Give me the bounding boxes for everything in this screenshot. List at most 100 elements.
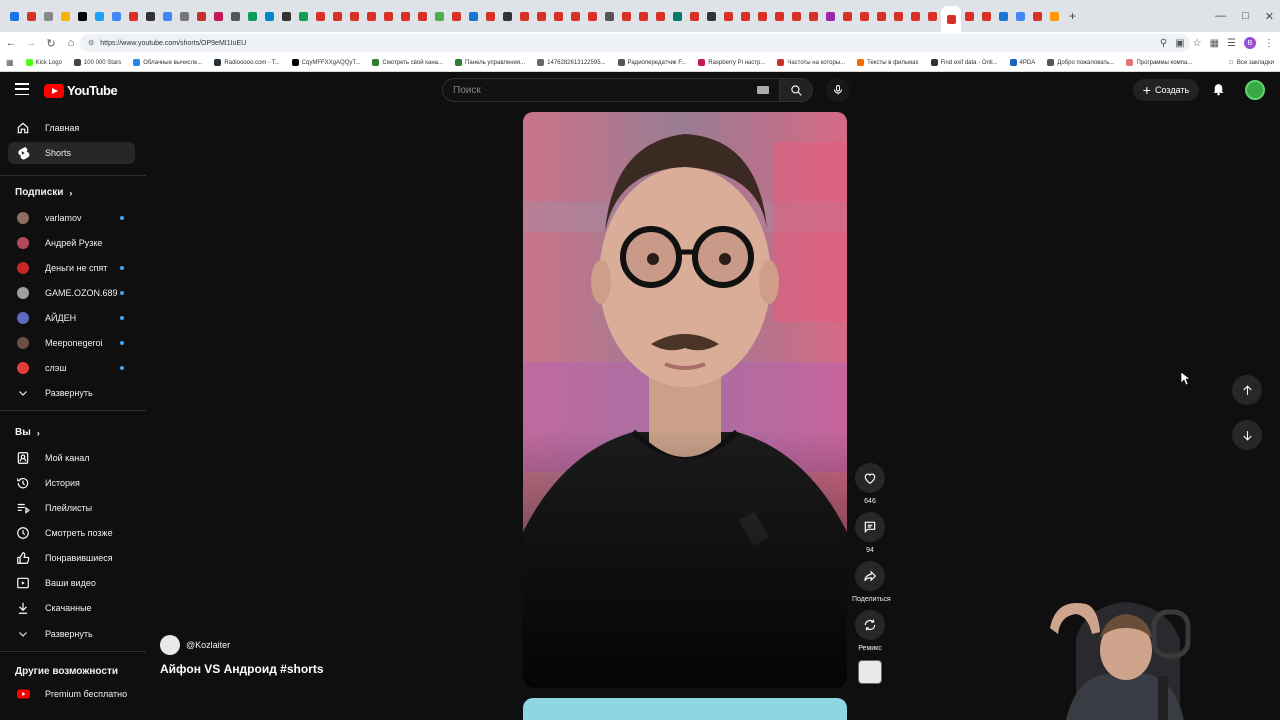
subscription-item[interactable]: слэш [8,357,135,379]
browser-tab[interactable] [227,3,244,29]
browser-tab[interactable] [6,3,23,29]
browser-tab[interactable] [567,3,584,29]
sidebar-item-you[interactable]: История [8,472,135,494]
sidebar-expand-you[interactable]: Развернуть [8,623,135,645]
subscriptions-heading[interactable]: Подписки › [15,187,72,198]
bookmark-item[interactable]: 4PDA [1009,59,1035,66]
browser-tab[interactable] [1029,3,1046,29]
browser-tab[interactable] [448,3,465,29]
subscription-item[interactable]: varlamov [8,207,135,229]
comments-button[interactable] [855,512,885,542]
bookmark-item[interactable]: 1476282613122595... [537,59,606,66]
browser-tab[interactable] [125,3,142,29]
sidebar-item-you[interactable]: Смотреть позже [8,522,135,544]
home-browser-icon[interactable]: ⌂ [62,37,80,49]
browser-tab[interactable] [618,3,635,29]
browser-tab[interactable] [142,3,159,29]
browser-tab[interactable] [499,3,516,29]
browser-tab[interactable] [261,3,278,29]
bookmark-item[interactable]: Kick Logo [25,59,62,66]
keyboard-icon[interactable] [757,86,769,94]
browser-tab[interactable] [754,3,771,29]
browser-tab[interactable] [414,3,431,29]
browser-tab[interactable] [788,3,805,29]
bookmark-item[interactable]: Частоты на которы... [777,59,845,66]
browser-tab[interactable] [397,3,414,29]
like-action[interactable]: 646 [852,463,888,505]
browser-tab[interactable] [57,3,74,29]
site-info-icon[interactable]: ⚙ [88,39,94,47]
share-button[interactable] [855,561,885,591]
subscription-item[interactable]: Андрей Рузке [8,232,135,254]
browser-tab[interactable] [995,3,1012,29]
close-window-icon[interactable]: ✕ [1265,10,1274,23]
browser-tab[interactable] [329,3,346,29]
sidebar-item-shorts[interactable]: Shorts [8,142,135,164]
minimize-icon[interactable]: — [1215,10,1226,22]
cast-icon[interactable]: ▣ [1175,38,1184,49]
bookmark-item[interactable]: Панель управления... [455,59,525,66]
apps-icon[interactable]: ▦ [6,58,14,67]
comments-action[interactable]: 94 [852,512,888,554]
browser-tab[interactable] [771,3,788,29]
youtube-logo[interactable]: YouTube [44,83,118,98]
bookmark-item[interactable]: Добро пожаловать... [1047,59,1114,66]
browser-tab[interactable] [961,3,978,29]
browser-tab[interactable] [652,3,669,29]
bookmark-star-icon[interactable]: ☆ [1193,38,1202,49]
browser-tab[interactable] [295,3,312,29]
sidebar-item-you[interactable]: Мой канал [8,447,135,469]
next-short-preview[interactable] [523,698,847,720]
browser-tab[interactable] [482,3,499,29]
browser-tab[interactable] [1012,3,1029,29]
browser-tab[interactable] [465,3,482,29]
browser-tab[interactable] [720,3,737,29]
search-input[interactable]: Поиск [442,78,779,102]
browser-tab[interactable] [278,3,295,29]
browser-tab[interactable] [74,3,91,29]
sidebar-item-home[interactable]: Главная [8,117,135,139]
sidebar-item-you[interactable]: Скачанные [8,597,135,619]
search-button[interactable] [779,78,813,102]
remix-button[interactable] [855,610,885,640]
browser-tab[interactable] [703,3,720,29]
like-button[interactable] [855,463,885,493]
browser-tab[interactable] [873,3,890,29]
short-video-player[interactable] [523,112,847,688]
bookmark-item[interactable]: Find exif data - Onli... [930,59,998,66]
notifications-button[interactable] [1211,81,1226,101]
browser-tab[interactable] [924,3,941,29]
tab-search-icon[interactable]: ☰ [1227,38,1236,49]
browser-tab[interactable] [533,3,550,29]
browser-tab[interactable] [363,3,380,29]
browser-tab[interactable] [907,3,924,29]
bookmark-item[interactable]: 100 000 Stars [73,59,121,66]
all-bookmarks[interactable]: □ Все закладки [1229,54,1274,71]
short-title[interactable]: Айфон VS Андроид #shorts [160,662,324,676]
sidebar-item-you[interactable]: Понравившиеся [8,547,135,569]
browser-tab[interactable] [805,3,822,29]
zoom-icon[interactable]: ⚲ [1160,38,1167,49]
back-icon[interactable]: ← [2,37,20,49]
browser-tab[interactable] [23,3,40,29]
browser-tab[interactable] [380,3,397,29]
browser-tab[interactable] [431,3,448,29]
sidebar-item-you[interactable]: Ваши видео [8,572,135,594]
browser-menu-icon[interactable]: ⋮ [1264,38,1274,49]
channel-handle[interactable]: @Kozlaiter [186,640,230,650]
browser-tab[interactable] [856,3,873,29]
subscription-item[interactable]: Деньги не спят [8,257,135,279]
browser-tab[interactable] [1046,3,1063,29]
browser-tab[interactable] [890,3,907,29]
browser-tab[interactable] [941,6,961,32]
browser-tab[interactable] [193,3,210,29]
browser-tab[interactable] [822,3,839,29]
browser-tab[interactable] [244,3,261,29]
guide-menu-icon[interactable] [15,83,29,95]
browser-tab[interactable] [108,3,125,29]
sidebar-expand-subscriptions[interactable]: Развернуть [8,382,135,404]
browser-tab[interactable] [91,3,108,29]
create-button[interactable]: + Создать [1133,79,1199,101]
browser-tab[interactable] [210,3,227,29]
browser-tab[interactable] [159,3,176,29]
